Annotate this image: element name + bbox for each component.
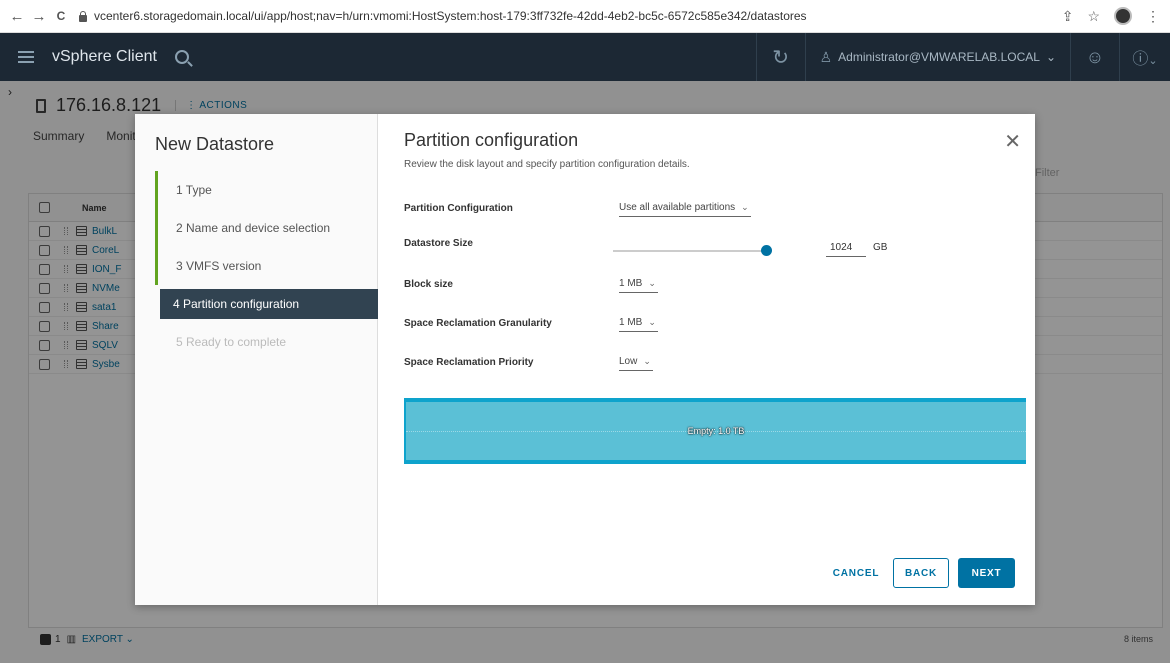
profile-icon[interactable] xyxy=(1114,7,1132,25)
step-name-device[interactable]: 2 Name and device selection xyxy=(155,209,378,247)
more-menu-icon[interactable]: ⋮ xyxy=(1146,8,1160,25)
datastore-size-label: Datastore Size xyxy=(404,237,473,249)
lock-icon xyxy=(78,10,88,22)
partition-bar-label: Empty: 1.0 TB xyxy=(687,426,745,436)
step-partition-configuration[interactable]: 4 Partition configuration xyxy=(160,289,378,319)
block-size-row: Block size 1 MB ⌄ xyxy=(404,274,1004,294)
cancel-button[interactable]: CANCEL xyxy=(830,558,882,588)
datastore-size-slider-track[interactable] xyxy=(613,250,765,252)
reclaim-granularity-select[interactable]: 1 MB ⌄ xyxy=(619,315,658,332)
reclaim-priority-label: Space Reclamation Priority xyxy=(404,356,534,368)
reload-icon[interactable]: C xyxy=(50,9,72,23)
chevron-down-icon: ⌄ xyxy=(648,277,656,288)
user-icon: ♙ xyxy=(819,48,833,65)
address-bar[interactable]: vcenter6.storagedomain.local/ui/app/host… xyxy=(78,9,807,23)
chevron-down-icon: ⌄ xyxy=(741,201,749,212)
user-name: Administrator@VMWARELAB.LOCAL xyxy=(838,50,1040,64)
step-ready-to-complete: 5 Ready to complete xyxy=(176,335,287,349)
browser-toolbar: ← → C vcenter6.storagedomain.local/ui/ap… xyxy=(0,0,1170,33)
datastore-size-unit: GB xyxy=(873,242,888,253)
chevron-down-icon: ⌄ xyxy=(648,316,656,327)
chevron-down-icon: ⌄ xyxy=(643,355,651,366)
next-button[interactable]: NEXT xyxy=(958,558,1015,588)
close-icon[interactable]: ✕ xyxy=(1004,132,1021,152)
reclaim-priority-select[interactable]: Low ⌄ xyxy=(619,354,653,371)
user-menu[interactable]: ♙ Administrator@VMWARELAB.LOCAL ⌄ xyxy=(806,49,1070,66)
page-title: Partition configuration xyxy=(404,130,579,150)
forward-arrow-icon[interactable]: → xyxy=(28,8,50,25)
url-text: vcenter6.storagedomain.local/ui/app/host… xyxy=(94,9,807,23)
wizard-steps: 1 Type 2 Name and device selection 3 VMF… xyxy=(155,171,378,361)
star-icon[interactable]: ☆ xyxy=(1087,8,1100,25)
back-arrow-icon[interactable]: ← xyxy=(6,8,28,25)
block-size-select[interactable]: 1 MB ⌄ xyxy=(619,276,658,293)
step-type[interactable]: 1 Type xyxy=(155,171,378,209)
new-datastore-wizard: New Datastore 1 Type 2 Name and device s… xyxy=(135,114,1035,605)
smiley-icon[interactable]: ☺ xyxy=(1071,47,1119,68)
reclaim-granularity-row: Space Reclamation Granularity 1 MB ⌄ xyxy=(404,313,1004,333)
step-vmfs-version[interactable]: 3 VMFS version xyxy=(155,247,378,285)
search-icon[interactable] xyxy=(174,50,189,64)
partition-config-label: Partition Configuration xyxy=(404,202,513,214)
datastore-size-input[interactable]: 1024 xyxy=(826,239,866,257)
refresh-icon[interactable]: ↻ xyxy=(757,45,805,70)
back-button[interactable]: BACK xyxy=(893,558,949,588)
datastore-size-slider-handle[interactable] xyxy=(761,245,772,256)
chevron-down-icon: ⌄ xyxy=(1045,50,1056,64)
wizard-title: New Datastore xyxy=(155,134,275,154)
wizard-content: Partition configuration Review the disk … xyxy=(378,114,1035,605)
partition-config-select[interactable]: Use all available partitions ⌄ xyxy=(619,200,751,217)
menu-icon[interactable] xyxy=(18,51,34,63)
wizard-sidebar: New Datastore 1 Type 2 Name and device s… xyxy=(135,114,378,605)
app-header: vSphere Client ↻ ♙ Administrator@VMWAREL… xyxy=(0,33,1170,81)
reclaim-priority-row: Space Reclamation Priority Low ⌄ xyxy=(404,352,1004,372)
help-icon[interactable]: ⓘ⌄ xyxy=(1120,45,1170,69)
partition-layout-bar: Empty: 1.0 TB xyxy=(404,398,1026,464)
app-title[interactable]: vSphere Client xyxy=(52,48,157,66)
block-size-label: Block size xyxy=(404,278,453,290)
page-subtitle: Review the disk layout and specify parti… xyxy=(404,159,690,170)
partition-config-row: Partition Configuration Use all availabl… xyxy=(404,198,1004,218)
share-icon[interactable]: ⇪ xyxy=(1062,8,1074,25)
reclaim-granularity-label: Space Reclamation Granularity xyxy=(404,317,552,329)
